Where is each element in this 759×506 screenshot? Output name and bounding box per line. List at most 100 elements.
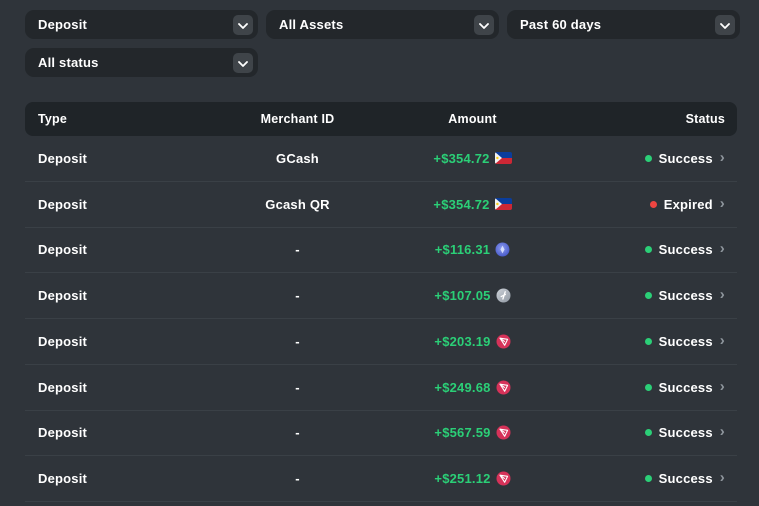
period-value: Past 60 days (520, 17, 601, 32)
column-header-amount: Amount (390, 112, 555, 126)
row-type: Deposit (25, 242, 205, 257)
chevron-down-icon (238, 16, 248, 34)
row-status-link[interactable]: Expired › (555, 196, 737, 213)
status-label: Success (659, 334, 713, 349)
table-row[interactable]: Deposit Gcash QR +$354.72 Expired › (25, 182, 737, 228)
tron-coin-icon (496, 334, 511, 349)
chevron-right-icon: › (720, 196, 725, 213)
row-status-link[interactable]: Success › (555, 424, 737, 441)
status-label: Success (659, 288, 713, 303)
row-status-link[interactable]: Success › (555, 241, 737, 258)
period-select[interactable]: Past 60 days (507, 10, 740, 39)
transaction-type-select[interactable]: Deposit (25, 10, 258, 39)
chevron-right-icon: › (720, 424, 725, 441)
row-amount-value: +$107.05 (434, 288, 490, 303)
status-dot (645, 429, 652, 436)
row-type: Deposit (25, 471, 205, 486)
status-dot (650, 201, 657, 208)
filters-bar: Deposit All Assets Past 60 days All stat… (25, 10, 759, 77)
transaction-type-value: Deposit (38, 17, 87, 32)
table-row[interactable]: Deposit - +$107.05 Success › (25, 273, 737, 319)
status-label: Success (659, 380, 713, 395)
row-amount: +$567.59 (390, 425, 555, 440)
row-status-link[interactable]: Success › (555, 287, 737, 304)
status-label: Success (659, 425, 713, 440)
row-amount: +$107.05 (390, 288, 555, 303)
row-merchant-id: - (205, 471, 390, 486)
status-value: All status (38, 55, 99, 70)
table-row[interactable]: Deposit - +$249.68 Success › (25, 365, 737, 411)
philippines-flag-icon (495, 152, 512, 164)
row-type: Deposit (25, 425, 205, 440)
chevron-down-icon (720, 16, 730, 34)
table-row[interactable]: Deposit - +$203.19 Success › (25, 319, 737, 365)
chevron-right-icon: › (720, 150, 725, 167)
row-merchant-id: - (205, 334, 390, 349)
row-merchant-id: GCash (205, 151, 390, 166)
row-merchant-id: - (205, 242, 390, 257)
filter-chevron-button[interactable] (474, 15, 494, 35)
row-status-link[interactable]: Success › (555, 470, 737, 487)
row-type: Deposit (25, 334, 205, 349)
row-status-link[interactable]: Success › (555, 333, 737, 350)
row-amount-value: +$203.19 (434, 334, 490, 349)
row-amount-value: +$249.68 (434, 380, 490, 395)
row-type: Deposit (25, 197, 205, 212)
blue-coin-icon (495, 242, 510, 257)
row-type: Deposit (25, 288, 205, 303)
row-type: Deposit (25, 380, 205, 395)
chevron-right-icon: › (720, 470, 725, 487)
table-row[interactable]: Deposit - +$116.31 Success › (25, 228, 737, 274)
row-amount-value: +$251.12 (434, 471, 490, 486)
chevron-right-icon: › (720, 241, 725, 258)
status-dot (645, 292, 652, 299)
row-merchant-id: Gcash QR (205, 197, 390, 212)
filter-chevron-button[interactable] (233, 53, 253, 73)
row-amount-value: +$354.72 (433, 197, 489, 212)
chevron-down-icon (479, 16, 489, 34)
status-select[interactable]: All status (25, 48, 258, 77)
table-body: Deposit GCash +$354.72 Success › Deposit (25, 136, 737, 502)
row-status-link[interactable]: Success › (555, 150, 737, 167)
transactions-table: Type Merchant ID Amount Status Deposit G… (25, 102, 737, 502)
grey-coin-icon (496, 288, 511, 303)
row-amount: +$203.19 (390, 334, 555, 349)
status-dot (645, 475, 652, 482)
status-label: Success (659, 151, 713, 166)
row-merchant-id: - (205, 288, 390, 303)
status-label: Success (659, 471, 713, 486)
row-merchant-id: - (205, 380, 390, 395)
row-amount: +$354.72 (390, 151, 555, 166)
table-row[interactable]: Deposit - +$251.12 Success › (25, 456, 737, 502)
status-dot (645, 246, 652, 253)
filter-chevron-button[interactable] (715, 15, 735, 35)
status-dot (645, 384, 652, 391)
table-row[interactable]: Deposit GCash +$354.72 Success › (25, 136, 737, 182)
transactions-page: Deposit All Assets Past 60 days All stat… (0, 0, 759, 502)
tron-coin-icon (496, 471, 511, 486)
assets-value: All Assets (279, 17, 343, 32)
status-dot (645, 155, 652, 162)
status-label: Expired (664, 197, 713, 212)
tron-coin-icon (496, 425, 511, 440)
philippines-flag-icon (495, 198, 512, 210)
assets-select[interactable]: All Assets (266, 10, 499, 39)
column-header-type: Type (25, 112, 205, 126)
column-header-merchant: Merchant ID (205, 112, 390, 126)
chevron-right-icon: › (720, 287, 725, 304)
table-header: Type Merchant ID Amount Status (25, 102, 737, 136)
row-amount: +$251.12 (390, 471, 555, 486)
row-amount-value: +$567.59 (434, 425, 490, 440)
row-amount: +$116.31 (390, 242, 555, 257)
filter-chevron-button[interactable] (233, 15, 253, 35)
chevron-down-icon (238, 54, 248, 72)
row-amount-value: +$354.72 (433, 151, 489, 166)
row-merchant-id: - (205, 425, 390, 440)
chevron-right-icon: › (720, 379, 725, 396)
tron-coin-icon (496, 380, 511, 395)
row-type: Deposit (25, 151, 205, 166)
table-row[interactable]: Deposit - +$567.59 Success › (25, 411, 737, 457)
row-amount-value: +$116.31 (435, 242, 490, 257)
chevron-right-icon: › (720, 333, 725, 350)
row-status-link[interactable]: Success › (555, 379, 737, 396)
